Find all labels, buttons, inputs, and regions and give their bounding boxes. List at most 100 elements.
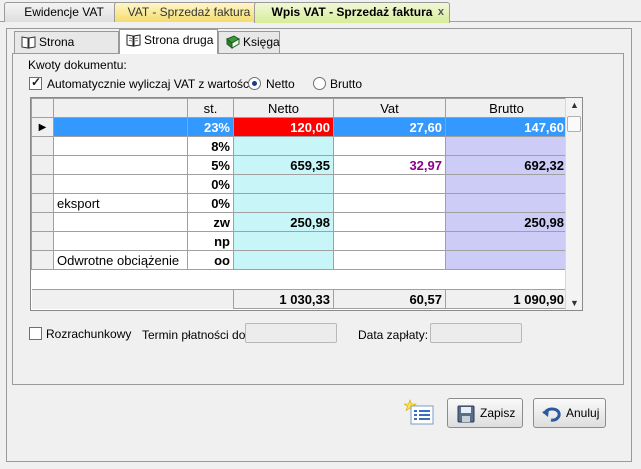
header-netto[interactable]: Netto (233, 98, 334, 118)
row-header (31, 231, 54, 251)
scroll-down-icon[interactable]: ▼ (570, 298, 579, 308)
scroll-up-icon[interactable]: ▲ (570, 100, 579, 110)
cell-rate[interactable]: 0% (187, 193, 234, 213)
table-row[interactable]: 5% 659,35 32,97 692,32 (31, 155, 568, 175)
table-row[interactable]: np (31, 231, 568, 251)
tab-label: Strona druga (144, 33, 214, 47)
cell-desc[interactable] (53, 174, 188, 194)
scroll-thumb[interactable] (567, 116, 581, 132)
radio-brutto[interactable] (313, 77, 326, 90)
header-brutto[interactable]: Brutto (445, 98, 568, 118)
undo-icon (542, 407, 561, 422)
cell-desc[interactable] (53, 155, 188, 175)
totals-row: 1 030,33 60,57 1 090,90 (31, 289, 568, 309)
vat-table: st. Netto Vat Brutto ▶ 23% 120,00 27,60 … (31, 98, 568, 309)
tab-strona-pierwsza[interactable]: Strona pierwsza (14, 31, 119, 69)
cell-brutto[interactable]: 250,98 (445, 212, 568, 232)
cell-desc[interactable] (53, 212, 188, 232)
termin-platnosci-field[interactable] (245, 323, 337, 343)
cell-brutto[interactable] (445, 250, 568, 270)
cell-netto[interactable]: 120,00 (233, 117, 334, 137)
table-row[interactable]: 0% (31, 174, 568, 194)
cell-vat[interactable] (333, 136, 446, 156)
vat-grid[interactable]: st. Netto Vat Brutto ▶ 23% 120,00 27,60 … (30, 97, 583, 311)
cell-rate[interactable]: np (187, 231, 234, 251)
cell-vat[interactable]: 27,60 (333, 117, 446, 137)
cell-vat[interactable] (333, 231, 446, 251)
cell-desc[interactable] (53, 231, 188, 251)
anuluj-button[interactable]: Anuluj (533, 398, 606, 428)
cell-netto[interactable] (233, 231, 334, 251)
cell-brutto[interactable] (445, 231, 568, 251)
header-desc[interactable] (53, 98, 188, 118)
header-rate[interactable]: st. (187, 98, 234, 118)
group-title: Kwoty dokumentu: (28, 58, 127, 72)
tab-label: Księga (243, 35, 280, 49)
zapisz-label: Zapisz (480, 406, 516, 420)
cell-desc[interactable] (53, 117, 188, 137)
data-zaplaty-field[interactable] (430, 323, 522, 343)
cell-desc[interactable] (53, 136, 188, 156)
cell-rate[interactable]: 5% (187, 155, 234, 175)
cell-netto[interactable] (233, 250, 334, 270)
radio-netto[interactable] (248, 77, 261, 90)
total-vat: 60,57 (333, 289, 446, 309)
tab-vat-sprzedaz-faktura[interactable]: VAT - Sprzedaż faktura (114, 2, 264, 22)
cell-brutto[interactable]: 147,60 (445, 117, 568, 137)
cell-vat[interactable] (333, 212, 446, 232)
cell-rate[interactable]: 0% (187, 174, 234, 194)
cell-netto[interactable] (233, 136, 334, 156)
cell-brutto[interactable] (445, 174, 568, 194)
cell-rate[interactable]: zw (187, 212, 234, 232)
row-header (31, 250, 54, 270)
cell-netto[interactable]: 659,35 (233, 155, 334, 175)
tab-strona-druga[interactable]: Strona druga (119, 29, 218, 54)
totals-spacer (53, 289, 188, 309)
list-new-icon (404, 399, 434, 425)
row-indicator-icon: ▶ (31, 117, 54, 137)
auto-vat-label: Automatycznie wyliczaj VAT z wartości: (47, 77, 256, 91)
table-row[interactable]: ▶ 23% 120,00 27,60 147,60 (31, 117, 568, 137)
termin-platnosci-label: Termin płatności do: (142, 328, 249, 342)
cell-brutto[interactable] (445, 193, 568, 213)
book-icon (21, 36, 36, 49)
document-tab-bar: Ewidencje VAT VAT - Sprzedaż faktura Wpi… (0, 0, 641, 24)
cell-vat[interactable] (333, 193, 446, 213)
tab-ksiega[interactable]: Księga (218, 31, 280, 53)
cell-vat[interactable] (333, 174, 446, 194)
zapisz-button[interactable]: Zapisz (447, 398, 523, 428)
auto-vat-checkbox[interactable] (29, 75, 42, 90)
list-button[interactable] (404, 398, 438, 428)
table-row[interactable]: Odwrotne obciążenie oo (31, 250, 568, 270)
row-header (31, 136, 54, 156)
vertical-scrollbar[interactable]: ▲ ▼ (565, 98, 582, 310)
cell-brutto[interactable]: 692,32 (445, 155, 568, 175)
table-row[interactable]: 8% (31, 136, 568, 156)
cell-rate[interactable]: 23% (187, 117, 234, 137)
cell-netto[interactable] (233, 193, 334, 213)
save-icon (457, 405, 475, 423)
cell-desc[interactable]: Odwrotne obciążenie (53, 250, 188, 270)
cell-netto[interactable] (233, 174, 334, 194)
header-vat[interactable]: Vat (333, 98, 446, 118)
cell-vat[interactable]: 32,97 (333, 155, 446, 175)
cell-rate[interactable]: oo (187, 250, 234, 270)
total-netto: 1 030,33 (233, 289, 334, 309)
tab-wpis-vat-sprzedaz-faktura[interactable]: Wpis VAT - Sprzedaż faktura x (254, 2, 450, 23)
cell-desc[interactable]: eksport (53, 193, 188, 213)
close-icon[interactable]: x (438, 3, 444, 21)
cell-brutto[interactable] (445, 136, 568, 156)
rozrachunkowy-checkbox[interactable] (29, 327, 42, 340)
table-row[interactable]: eksport 0% (31, 193, 568, 213)
anuluj-label: Anuluj (566, 406, 600, 420)
table-row[interactable]: zw 250,98 250,98 (31, 212, 568, 232)
totals-spacer (187, 289, 234, 309)
radio-brutto-label: Brutto (330, 77, 363, 91)
radio-netto-label: Netto (266, 77, 295, 91)
data-zaplaty-label: Data zapłaty: (358, 328, 429, 342)
cell-rate[interactable]: 8% (187, 136, 234, 156)
row-header (31, 155, 54, 175)
tab-ewidencje-vat[interactable]: Ewidencje VAT (4, 2, 124, 22)
cell-netto[interactable]: 250,98 (233, 212, 334, 232)
cell-vat[interactable] (333, 250, 446, 270)
